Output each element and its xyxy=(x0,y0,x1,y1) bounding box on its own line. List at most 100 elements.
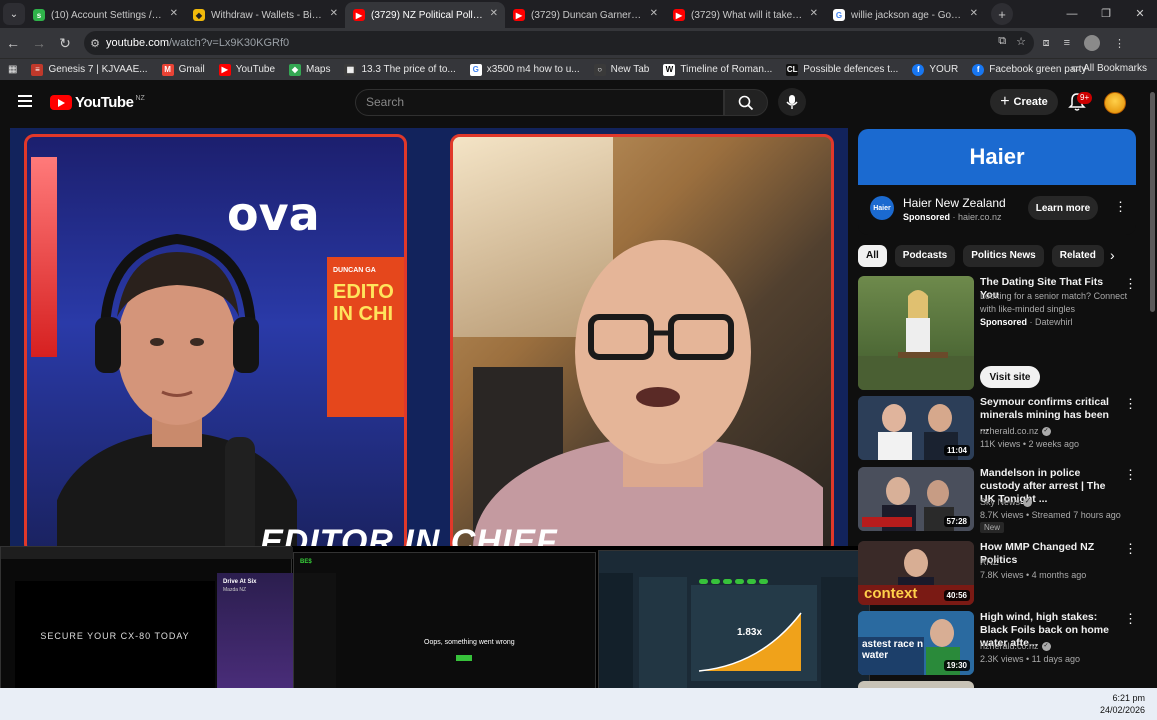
profile-avatar[interactable] xyxy=(1084,35,1100,51)
create-button[interactable]: + Create xyxy=(990,89,1058,115)
bookmark-label: Possible defences t... xyxy=(803,64,899,75)
account-avatar[interactable] xyxy=(1104,92,1126,114)
learn-more-button[interactable]: Learn more xyxy=(1028,196,1098,220)
bookmark-genesis[interactable]: ≡ Genesis 7 | KJVAAE... xyxy=(31,63,148,76)
url-field[interactable]: ⚙ youtube.com/watch?v=Lx9K30KGRf0 ⧉ ☆ xyxy=(84,31,1034,55)
bookmark-green-party[interactable]: f Facebook green party xyxy=(972,63,1087,76)
video-stats: 2.3K views • 11 days ago xyxy=(980,654,1081,664)
list-item[interactable]: The Dating Site That Fits You Looking fo… xyxy=(858,276,1148,392)
list-item[interactable]: 57:28 Mandelson in police custody after … xyxy=(858,467,1148,535)
address-bar-row: ← → ↻ ⚙ youtube.com/watch?v=Lx9K30KGRf0 … xyxy=(0,28,1157,58)
tab-strip: ⌄ s (10) Account Settings / Stream ✕ ◆ With… xyxy=(0,0,1157,28)
scrollbar-thumb[interactable] xyxy=(1150,92,1155,312)
sponsored-label: Sponsored xyxy=(980,317,1028,327)
maximize-icon[interactable]: ❐ xyxy=(1089,0,1123,28)
chip-podcasts[interactable]: Podcasts xyxy=(894,245,956,267)
youtube-play-icon xyxy=(50,95,72,110)
ad-banner[interactable]: Haier xyxy=(858,129,1136,185)
menu-icon[interactable] xyxy=(18,95,32,107)
back-icon[interactable]: ← xyxy=(0,35,26,51)
all-bookmarks[interactable]: ▭ All Bookmarks xyxy=(1071,63,1147,74)
video-thumbnail[interactable]: astest race n water 19:30 xyxy=(858,611,974,675)
chip-related[interactable]: Related xyxy=(1051,245,1104,267)
close-window-icon[interactable]: ✕ xyxy=(1123,0,1157,28)
voice-search-button[interactable] xyxy=(778,88,806,116)
forward-icon[interactable]: → xyxy=(26,35,52,51)
list-item[interactable]: 11:04 Seymour confirms critical minerals… xyxy=(858,396,1148,462)
search-input[interactable]: Search xyxy=(355,89,724,116)
close-icon[interactable]: ✕ xyxy=(650,8,658,19)
close-icon[interactable]: ✕ xyxy=(170,8,178,19)
menu-icon[interactable]: ⋮ xyxy=(1114,37,1125,50)
bookmark-gmail[interactable]: M Gmail xyxy=(161,63,205,76)
chip-politics-news[interactable]: Politics News xyxy=(963,245,1044,267)
bookmark-x3500[interactable]: Gx3500 m4 how to u... xyxy=(469,63,580,76)
google-icon: G xyxy=(469,63,482,76)
site-info-icon[interactable]: ⚙ xyxy=(84,37,106,50)
search-button[interactable] xyxy=(724,89,768,116)
bookmark-roman[interactable]: W Timeline of Roman... xyxy=(663,63,772,76)
video-thumbnail[interactable]: 11:04 xyxy=(858,396,974,460)
more-options-icon[interactable]: ⋮ xyxy=(1124,611,1137,627)
tab-search-icon[interactable]: ⌄ xyxy=(3,3,25,25)
ad-source-line: Sponsored · Datewhirl xyxy=(980,317,1073,327)
page-scrollbar[interactable] xyxy=(1148,84,1156,684)
video-host-panel: ova DUNCAN GA EDITO IN CHI xyxy=(24,134,407,552)
visit-site-button[interactable]: Visit site xyxy=(980,366,1040,388)
tab-5[interactable]: Gwillie jackson age - Google Sea ✕ xyxy=(825,2,985,28)
close-icon[interactable]: ✕ xyxy=(490,8,498,19)
chip-all[interactable]: All xyxy=(858,245,887,267)
apps-icon[interactable]: ▦ xyxy=(8,64,17,75)
ad-description: Looking for a senior match? Connect with… xyxy=(980,291,1128,314)
thumbnail-art xyxy=(858,290,974,390)
bookmark-price[interactable]: ▦ 13.3 The price of to... xyxy=(344,63,456,76)
close-icon[interactable]: ✕ xyxy=(330,8,338,19)
video-thumbnail[interactable]: context 40:56 xyxy=(858,541,974,605)
more-options-icon[interactable]: ⋮ xyxy=(1124,467,1137,483)
media-icon[interactable]: ≡ xyxy=(1064,37,1070,49)
tab-0[interactable]: s (10) Account Settings / Stream ✕ xyxy=(25,2,185,28)
tab-2[interactable]: ▶ (3729) NZ Political Polls: Why ✕ xyxy=(345,2,505,28)
tab-3[interactable]: ▶ (3729) Duncan Garner Podcast ✕ xyxy=(505,2,665,28)
wikipedia-icon: W xyxy=(663,63,676,76)
list-item[interactable]: astest race n water 19:30 High wind, hig… xyxy=(858,611,1148,677)
minimize-icon[interactable]: — xyxy=(1055,0,1089,28)
system-clock[interactable]: 6:21 pm 24/02/2026 xyxy=(1100,692,1145,716)
video-thumbnail[interactable] xyxy=(858,276,974,390)
more-options-icon[interactable]: ⋮ xyxy=(1124,276,1137,292)
install-icon[interactable]: ⧉ xyxy=(998,35,1006,48)
video-thumbnail[interactable]: 57:28 xyxy=(858,467,974,531)
bookmark-youtube[interactable]: ▶ YouTube xyxy=(218,63,275,76)
bookmark-newtab[interactable]: ○ New Tab xyxy=(593,63,649,76)
more-options-icon[interactable]: ⋮ xyxy=(1124,396,1137,412)
more-options-icon[interactable]: ⋮ xyxy=(1124,541,1137,557)
new-tab-button[interactable]: + xyxy=(991,3,1013,25)
list-item[interactable]: context 40:56 How MMP Changed NZ Politic… xyxy=(858,541,1148,607)
bookmark-your[interactable]: f YOUR xyxy=(912,63,958,76)
video-player[interactable]: ova DUNCAN GA EDITO IN CHI EDITOR IN CHI… xyxy=(10,128,848,552)
tab-4[interactable]: ▶ (3729) What will it take for dog ✕ xyxy=(665,2,825,28)
youtube-icon: ▶ xyxy=(218,63,231,76)
extensions-icon[interactable]: ⧈ xyxy=(1043,37,1050,50)
close-icon[interactable]: ✕ xyxy=(810,8,818,19)
pill xyxy=(723,579,732,584)
reload-icon[interactable]: ↻ xyxy=(52,35,78,52)
bookmark-maps[interactable]: ◆ Maps xyxy=(289,63,330,76)
bookmark-star-icon[interactable]: ☆ xyxy=(1016,35,1026,48)
youtube-logo[interactable]: YouTube NZ xyxy=(50,94,145,111)
region-code: NZ xyxy=(135,95,145,102)
tab-1[interactable]: ◆ Withdraw - Wallets - Binance ✕ xyxy=(185,2,345,28)
video-stats: 7.8K views • 4 months ago xyxy=(980,570,1087,580)
bookmark-icon: ≡ xyxy=(31,63,44,76)
poster-small-text: DUNCAN GA xyxy=(333,267,376,274)
more-options-icon[interactable]: ⋮ xyxy=(1114,199,1127,215)
bookmark-defences[interactable]: CL Possible defences t... xyxy=(786,63,899,76)
chevron-right-icon[interactable]: › xyxy=(1110,247,1115,263)
host-figure xyxy=(57,233,297,551)
companion-ad[interactable]: Haier Haier Haier New Zealand Sponsored … xyxy=(858,129,1136,235)
microphone-icon xyxy=(786,95,798,109)
preview-multiplier: 1.83x xyxy=(737,627,763,638)
close-icon[interactable]: ✕ xyxy=(970,8,978,19)
bookmark-label: 13.3 The price of to... xyxy=(361,64,456,75)
pill xyxy=(711,579,720,584)
